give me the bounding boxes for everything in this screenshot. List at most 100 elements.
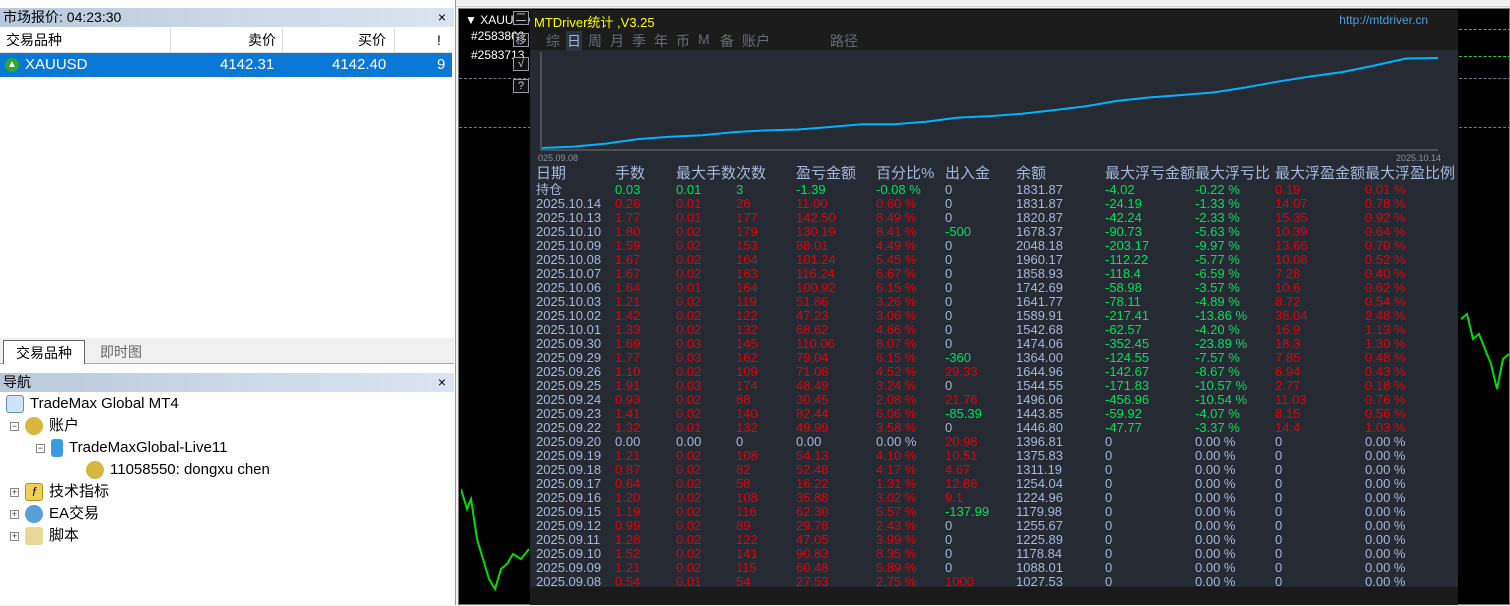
cell-5: 0.60 % <box>876 196 917 211</box>
cell-2: 0.02 <box>676 294 702 309</box>
cell-6: 0 <box>945 308 953 323</box>
cell-3: 132 <box>736 322 758 337</box>
cell-6: 0 <box>945 280 953 295</box>
table-row: 2025.09.20 0.00 0.00 0 0.00 0.00 % 20.98 1396.8… <box>530 435 1458 449</box>
cell-3: 162 <box>736 350 758 365</box>
cell-8: -456.96 <box>1105 392 1150 407</box>
cell-9: -9.97 % <box>1195 238 1240 253</box>
indicator-icon: f <box>25 483 43 501</box>
cell-9: -8.67 % <box>1195 364 1240 379</box>
tab-symbols[interactable]: 交易品种 <box>3 340 85 364</box>
cell-10: 13.66 <box>1275 238 1308 253</box>
cell-11: 0.00 % <box>1365 518 1406 533</box>
dashboard-tab-4[interactable]: 季 <box>632 31 646 51</box>
cell-4: 130.19 <box>796 224 836 239</box>
close-icon[interactable]: × <box>438 8 446 27</box>
arrow-up-icon: ▲ <box>5 58 19 72</box>
cell-1: 1.52 <box>615 546 641 561</box>
help-button[interactable]: ? <box>513 79 529 93</box>
dashboard-tab-2[interactable]: 周 <box>588 31 602 51</box>
cell-10: 0 <box>1275 560 1283 575</box>
cell-4: 142.50 <box>796 210 836 225</box>
cell-7: 余额 <box>1016 165 1047 182</box>
cell-8: 最大浮亏金额 <box>1105 165 1196 182</box>
dashboard-tab-1[interactable]: 日 <box>566 31 582 51</box>
cell-7: 1678.37 <box>1016 224 1063 239</box>
dashboard-tab-7[interactable]: M <box>698 31 710 47</box>
cell-3: 164 <box>736 252 758 267</box>
tree-item-indicators[interactable]: + f 技术指标 <box>10 481 109 503</box>
cell-4: 29.78 <box>796 518 829 533</box>
table-row: 2025.10.01 1.33 0.02 132 68.62 4.66 % 0 1542.68… <box>530 323 1458 337</box>
tree-item-accounts[interactable]: − 账户 <box>10 415 79 437</box>
expand-icon[interactable]: + <box>10 487 19 497</box>
cell-8: -47.77 <box>1105 420 1142 435</box>
cell-7: 1960.17 <box>1016 252 1063 267</box>
cell-10: 11.03 <box>1275 392 1307 407</box>
close-icon[interactable]: × <box>438 373 446 392</box>
dashboard-tab-0[interactable]: 综 <box>546 31 560 51</box>
holding-row: 持仓 0.03 0.01 3 -1.39 -0.08 % 0 1831.87 -4.02 -0.2… <box>530 183 1458 197</box>
dashboard-tab-8[interactable]: 备 <box>720 31 734 51</box>
market-watch-tabs: 交易品种 即时图 <box>0 338 454 364</box>
cell-7: 1224.96 <box>1016 490 1063 505</box>
tree-item-account[interactable]: 11058550: dongxu chen <box>86 459 270 481</box>
table-row: 2025.10.09 1.59 0.02 153 88.01 4.49 % 0 2048.18… <box>530 239 1458 253</box>
cell-3: 132 <box>736 420 758 435</box>
col-symbol[interactable]: 交易品种 <box>6 28 62 53</box>
cell-5: 3.24 % <box>876 378 917 393</box>
cell-5: -0.08 % <box>876 182 921 197</box>
cell-7: 1474.06 <box>1016 336 1063 351</box>
col-ask[interactable]: 买价 <box>358 28 386 53</box>
cell-4: 16.22 <box>796 476 829 491</box>
expand-icon[interactable]: + <box>10 531 19 541</box>
cell-0: 2025.09.25 <box>536 378 602 393</box>
cell-3: 177 <box>736 210 758 225</box>
market-watch-row[interactable]: ▲ XAUUSD 4142.31 4142.40 9 <box>0 53 452 77</box>
tree-item-server[interactable]: − TradeMaxGlobal-Live11 <box>36 437 227 459</box>
check-button[interactable]: √ <box>513 57 529 71</box>
dashboard-tab-10[interactable]: 路径 <box>830 31 858 51</box>
cell-11: 0.54 % <box>1365 294 1406 309</box>
cell-3: 163 <box>736 266 758 281</box>
cell-11: 0.52 % <box>1365 252 1406 267</box>
cell-1: 1.10 <box>615 364 641 379</box>
col-bid[interactable]: 卖价 <box>248 28 276 53</box>
tab-tick-chart[interactable]: 即时图 <box>88 340 154 364</box>
cell-6: 0 <box>945 518 953 533</box>
cell-8: 0 <box>1105 546 1113 561</box>
cell-8: -58.98 <box>1105 280 1142 295</box>
dashboard-tab-3[interactable]: 月 <box>610 31 624 51</box>
cell-2: 0.02 <box>676 308 702 323</box>
move-button[interactable]: 移 <box>513 33 529 47</box>
dashboard-tab-9[interactable]: 账户 <box>742 31 770 51</box>
tree-item-scripts[interactable]: + 脚本 <box>10 525 79 547</box>
col-spread[interactable]: ! <box>437 28 441 53</box>
tree-item-terminal[interactable]: TradeMax Global MT4 <box>6 393 179 415</box>
cell-10: 0 <box>1275 462 1283 477</box>
collapse-icon[interactable]: − <box>10 421 19 431</box>
bid: 4142.31 <box>220 56 275 73</box>
cell-6: 0 <box>945 532 953 547</box>
dashboard-url[interactable]: http://mtdriver.cn <box>1339 13 1428 27</box>
expand-icon[interactable]: + <box>10 509 19 519</box>
dashboard-tab-5[interactable]: 年 <box>654 31 668 51</box>
cell-2: 0.02 <box>676 504 702 519</box>
cell-2: 0.02 <box>676 238 702 253</box>
cell-0: 2025.10.07 <box>536 266 602 281</box>
cell-5: 4.66 % <box>876 322 917 337</box>
table-row: 2025.10.13 1.77 0.01 177 142.50 8.49 % 0 1820.8… <box>530 211 1458 225</box>
cell-6: 0 <box>945 252 953 267</box>
cell-11: 0.00 % <box>1365 504 1406 519</box>
dashboard-tab-6[interactable]: 币 <box>676 31 690 51</box>
cell-0: 2025.09.26 <box>536 364 602 379</box>
cell-5: 8.35 % <box>876 546 917 561</box>
cell-10: 10.39 <box>1275 224 1308 239</box>
cell-2: 0.02 <box>676 532 702 547</box>
cell-11: 最大浮盈比例 <box>1365 165 1456 182</box>
cell-10: 8.15 <box>1275 406 1301 421</box>
tree-item-experts[interactable]: + EA交易 <box>10 503 99 525</box>
collapse-icon[interactable]: − <box>36 443 45 453</box>
minimize-button[interactable]: 二 <box>513 11 529 25</box>
cell-0: 2025.10.06 <box>536 280 602 295</box>
